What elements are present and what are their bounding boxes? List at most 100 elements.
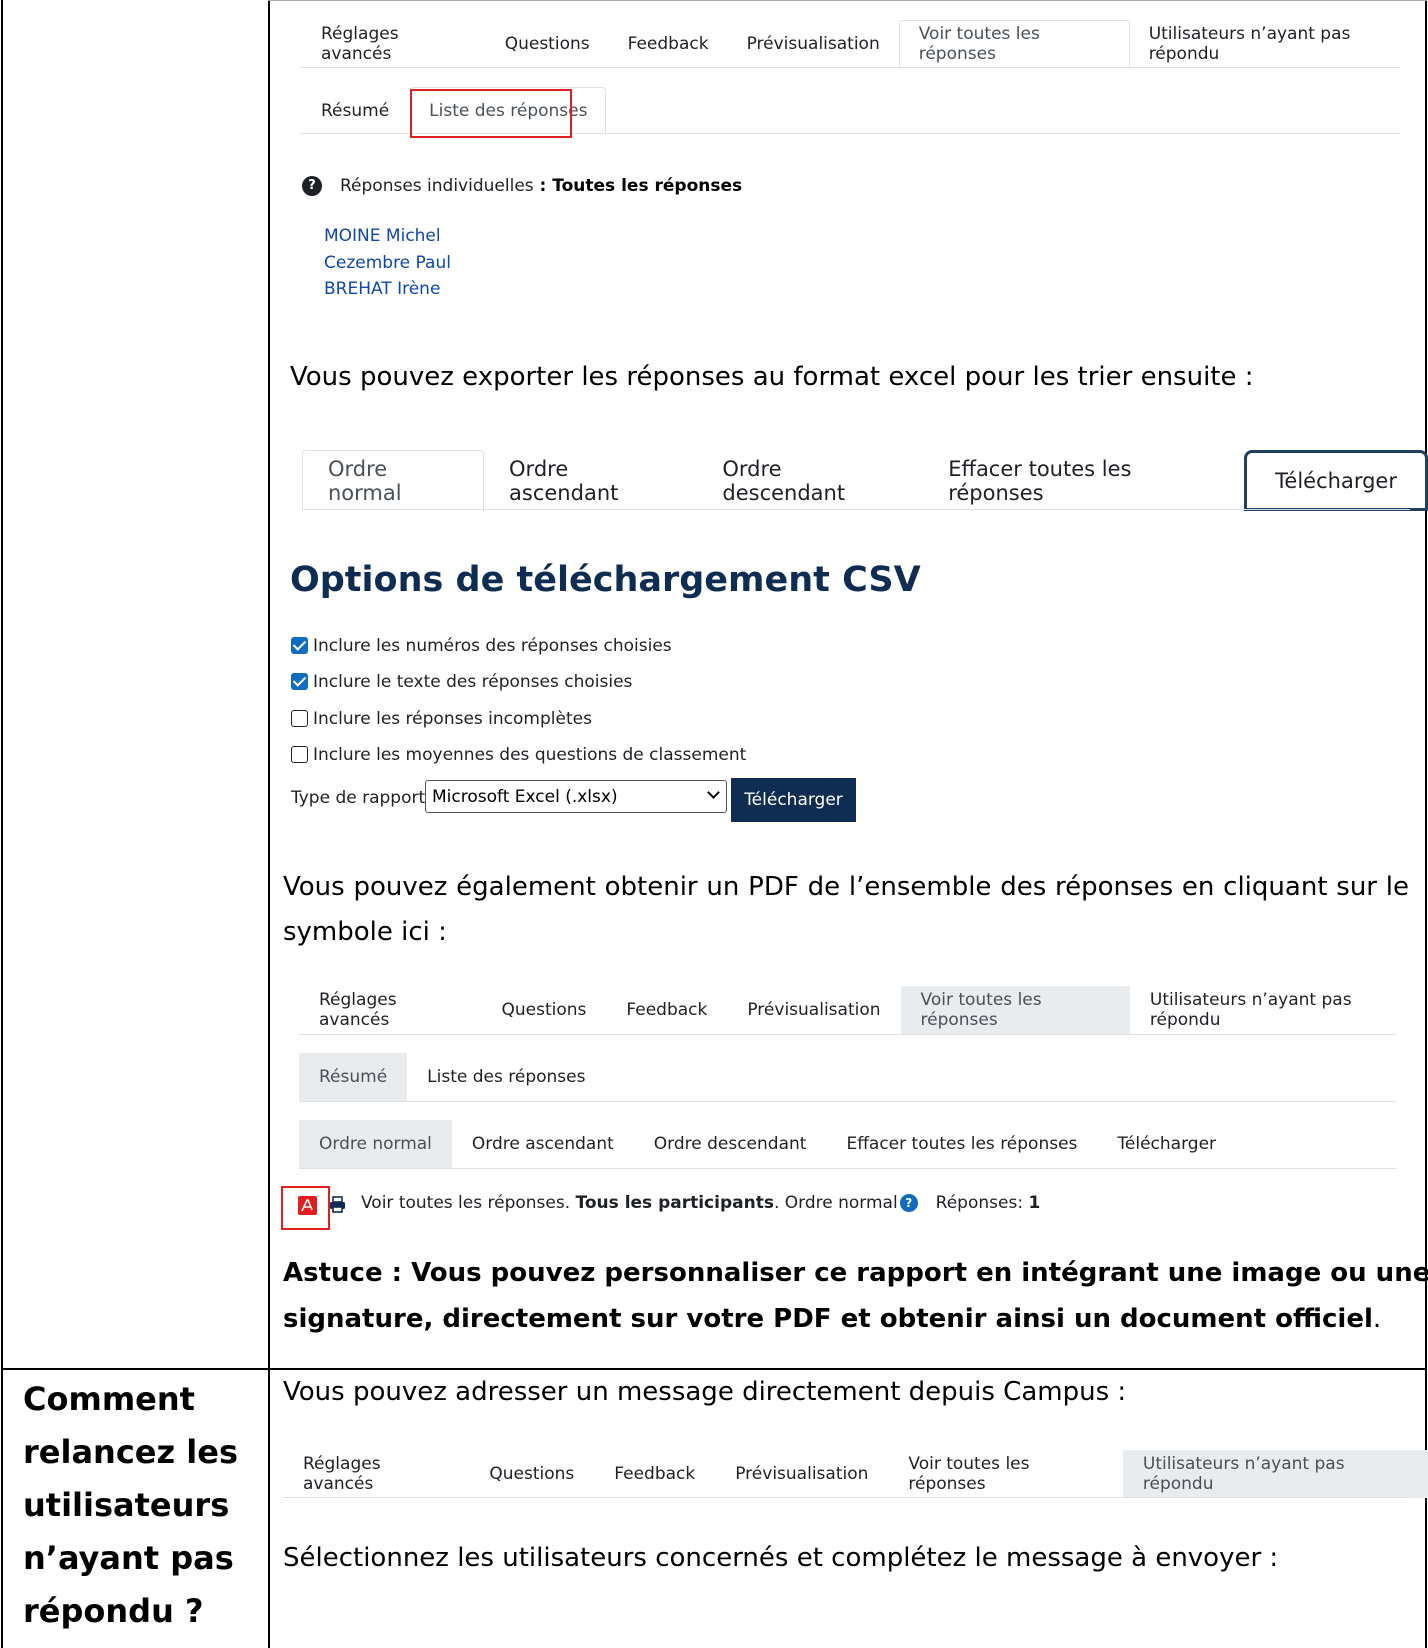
- tab-label: Effacer toutes les réponses: [948, 456, 1132, 505]
- pdf-icon[interactable]: [298, 1196, 317, 1215]
- tab-previsualisation[interactable]: Prévisualisation: [727, 986, 900, 1034]
- respondent-link[interactable]: Cezembre Paul: [324, 253, 451, 273]
- tab-resume[interactable]: Résumé: [299, 1053, 408, 1101]
- tab-utilisateurs-n-ayant-pas-repondu[interactable]: Utilisateurs n’ayant pas répondu: [1122, 1450, 1428, 1498]
- tab-ordre-descendant[interactable]: Ordre descendant: [634, 1120, 827, 1168]
- tab-label: Feedback: [626, 1000, 708, 1020]
- option-label: Inclure les numéros des réponses choisie…: [313, 636, 672, 656]
- tab-label: Questions: [489, 1464, 575, 1484]
- tab-questions[interactable]: Questions: [486, 20, 609, 68]
- tab-utilisateurs-n-ayant-pas-repondu[interactable]: Utilisateurs n’ayant pas répondu: [1130, 986, 1428, 1034]
- tab-utilisateurs-n-ayant-pas-repondu[interactable]: Utilisateurs n’ayant pas répondu: [1130, 20, 1428, 68]
- tab-ordre-ascendant[interactable]: Ordre ascendant: [452, 1120, 634, 1168]
- order-tabs-mid: Ordre normal Ordre ascendant Ordre desce…: [299, 1120, 1236, 1168]
- tab-effacer-toutes-les-reponses[interactable]: Effacer toutes les réponses: [826, 1120, 1097, 1168]
- tab-ordre-normal[interactable]: Ordre normal: [302, 450, 485, 511]
- tab-reglages-avances[interactable]: Réglages avancés: [300, 20, 486, 68]
- tab-label: Ordre normal: [319, 1134, 432, 1154]
- tab-previsualisation[interactable]: Prévisualisation: [715, 1450, 888, 1498]
- tab-label: Questions: [504, 34, 590, 54]
- question-line: Comment: [23, 1380, 195, 1418]
- tabs-bottom-rule: [283, 1497, 1408, 1498]
- checkbox-texte[interactable]: [291, 673, 308, 690]
- report-type-label: Type de rapport: [291, 788, 426, 808]
- download-button-label: Télécharger: [744, 790, 843, 810]
- tab-ordre-normal[interactable]: Ordre normal: [299, 1120, 452, 1168]
- download-button[interactable]: Télécharger: [731, 778, 856, 822]
- tab-label: Feedback: [614, 1464, 696, 1484]
- select-users-paragraph: Sélectionnez les utilisateurs concernés …: [283, 1543, 1279, 1573]
- respondent-link[interactable]: MOINE Michel: [324, 226, 441, 246]
- tab-ordre-ascendant[interactable]: Ordre ascendant: [484, 450, 697, 511]
- tip-line2-end: .: [1372, 1304, 1382, 1334]
- tip-line2: signature, directement sur votre PDF et …: [283, 1304, 1381, 1334]
- tab-label: Prévisualisation: [746, 34, 880, 54]
- tabs-mid: Réglages avancés Questions Feedback Prév…: [299, 986, 1428, 1034]
- question-line: relancez les: [23, 1433, 238, 1471]
- tab-previsualisation[interactable]: Prévisualisation: [728, 20, 899, 68]
- tab-label: Réglages avancés: [321, 24, 399, 64]
- table-column-divider: [268, 0, 270, 1648]
- tab-voir-toutes-les-reponses[interactable]: Voir toutes les réponses: [898, 20, 1130, 68]
- option-label: Inclure les moyennes des questions de cl…: [313, 745, 747, 765]
- tab-voir-toutes-les-reponses[interactable]: Voir toutes les réponses: [888, 1450, 1122, 1498]
- tab-voir-toutes-les-reponses[interactable]: Voir toutes les réponses: [900, 986, 1130, 1034]
- tab-questions[interactable]: Questions: [481, 986, 606, 1034]
- individual-label: Réponses individuelles: [340, 176, 534, 196]
- view-summary-line: Voir toutes les réponses. Tous les parti…: [361, 1193, 1040, 1213]
- question-cell: Comment relancez les utilisateurs n’ayan…: [23, 1373, 238, 1638]
- view-prefix: Voir toutes les réponses.: [361, 1193, 576, 1213]
- tab-effacer-toutes-les-reponses[interactable]: Effacer toutes les réponses: [923, 450, 1239, 511]
- report-type-select[interactable]: Microsoft Excel (.xlsx): [425, 780, 727, 813]
- checkbox-incompletes[interactable]: [291, 710, 308, 727]
- tab-label: Réglages avancés: [303, 1454, 381, 1494]
- tab-label: Ordre ascendant: [471, 1134, 614, 1154]
- respondent-link[interactable]: BREHAT Irène: [324, 279, 440, 299]
- tab-label: Effacer toutes les réponses: [846, 1134, 1078, 1154]
- tab-telecharger[interactable]: Télécharger: [1097, 1120, 1236, 1168]
- tabs-top: Réglages avancés Questions Feedback Prév…: [300, 20, 1428, 68]
- tab-label: Ordre descendant: [653, 1134, 807, 1154]
- tab-feedback[interactable]: Feedback: [606, 986, 727, 1034]
- tab-label: Ordre normal: [328, 456, 402, 505]
- tabs-top-rule: [300, 67, 1400, 68]
- report-type-value: Microsoft Excel (.xlsx): [432, 786, 618, 807]
- tab-label: Ordre ascendant: [509, 456, 619, 505]
- tab-resume[interactable]: Résumé: [300, 87, 410, 134]
- checkbox-numeros[interactable]: [291, 637, 308, 654]
- responses-label: Réponses:: [935, 1193, 1029, 1213]
- tab-label: Utilisateurs n’ayant pas répondu: [1148, 24, 1351, 64]
- tab-feedback[interactable]: Feedback: [609, 20, 728, 68]
- chevron-down-icon: [707, 786, 720, 799]
- tab-label: Résumé: [321, 100, 390, 121]
- order-tabs: Ordre normal Ordre ascendant Ordre desce…: [302, 450, 1428, 511]
- tab-questions[interactable]: Questions: [469, 1450, 594, 1498]
- tab-label: Réglages avancés: [319, 990, 397, 1030]
- tab-label: Liste des réponses: [427, 1067, 586, 1087]
- tab-label: Voir toutes les réponses: [920, 990, 1042, 1030]
- tab-ordre-descendant[interactable]: Ordre descendant: [697, 450, 923, 511]
- tab-reglages-avances[interactable]: Réglages avancés: [299, 986, 481, 1034]
- tab-reglages-avances[interactable]: Réglages avancés: [283, 1450, 469, 1498]
- order-tabs-rule: [302, 509, 1410, 510]
- tabs-bottom: Réglages avancés Questions Feedback Prév…: [283, 1450, 1428, 1498]
- question-line: utilisateurs: [23, 1486, 230, 1524]
- tab-feedback[interactable]: Feedback: [594, 1450, 715, 1498]
- tab-telecharger[interactable]: Télécharger: [1244, 450, 1428, 511]
- pdf-paragraph-line1: Vous pouvez également obtenir un PDF de …: [283, 872, 1409, 902]
- view-suffix: . Ordre normal: [773, 1193, 898, 1213]
- table-top-line: [268, 0, 1427, 1]
- individual-responses-line: ? Réponses individuelles : Toutes les ré…: [302, 176, 742, 196]
- export-paragraph: Vous pouvez exporter les réponses au for…: [290, 362, 1254, 392]
- pdf-glyph: [301, 1199, 313, 1212]
- tab-liste-des-reponses[interactable]: Liste des réponses: [407, 1053, 605, 1101]
- subtabs-mid: Résumé Liste des réponses: [299, 1053, 605, 1101]
- tab-label: Télécharger: [1275, 468, 1397, 493]
- help-icon[interactable]: ?: [899, 1194, 918, 1212]
- tab-label: Voir toutes les réponses: [918, 24, 1040, 64]
- table-border-right: [1425, 0, 1427, 1648]
- print-icon[interactable]: [329, 1196, 346, 1213]
- checkbox-moyennes[interactable]: [291, 746, 308, 763]
- help-icon[interactable]: ?: [302, 176, 322, 196]
- subtabs-mid-rule: [299, 1101, 1396, 1102]
